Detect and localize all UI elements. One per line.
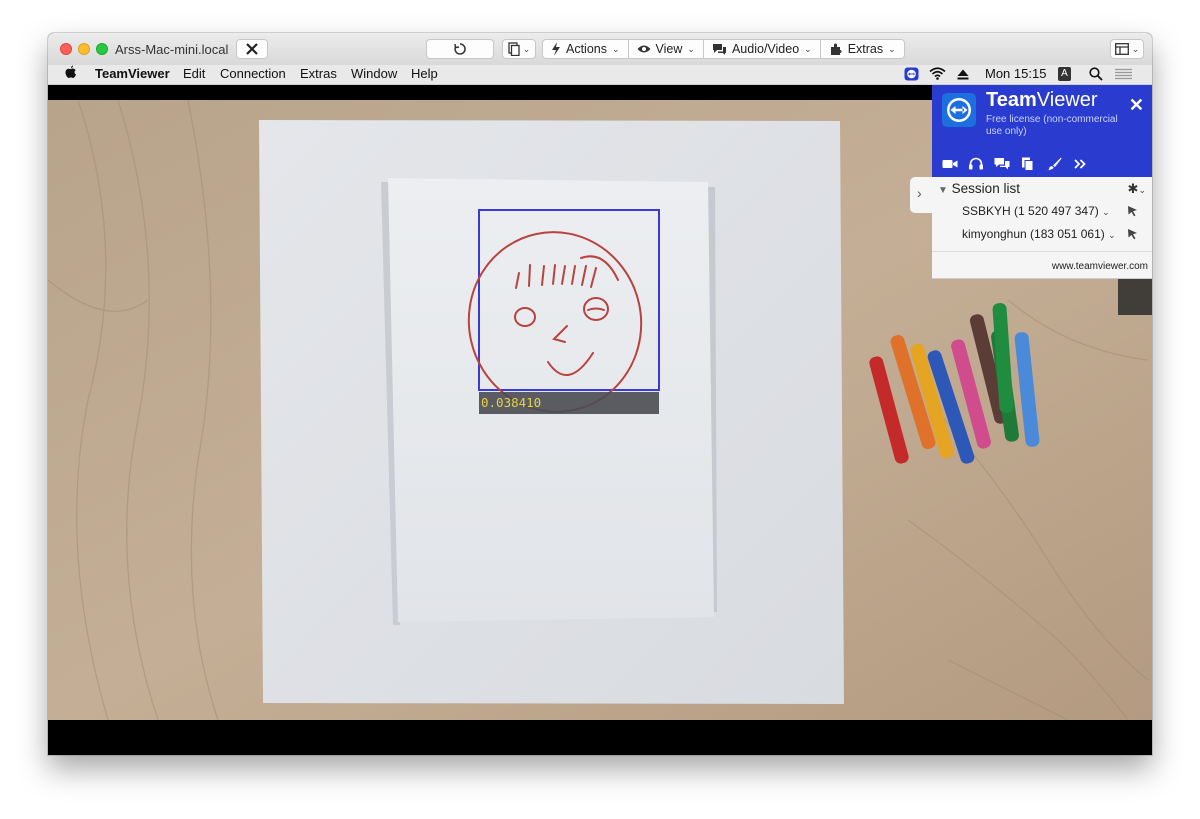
refresh-button[interactable] bbox=[426, 39, 494, 59]
divider bbox=[932, 251, 1152, 252]
panel-close-button[interactable]: ✕ bbox=[1129, 95, 1144, 116]
chevron-down-icon: ⌄ bbox=[687, 43, 695, 54]
headset-icon[interactable] bbox=[968, 157, 984, 171]
teamviewer-url-link[interactable]: www.teamviewer.com bbox=[1052, 261, 1148, 272]
window-title: Arss-Mac-mini.local bbox=[115, 42, 229, 57]
toolbar-menu-group: Actions ⌄ View ⌄ Audio/Video ⌄ Extras ⌄ bbox=[542, 39, 905, 59]
disclosure-triangle-icon: ▼ bbox=[938, 185, 948, 196]
session-label: SSBKYH (1 520 497 347) bbox=[962, 204, 1099, 218]
panel-collapse-tab[interactable]: › bbox=[910, 177, 932, 213]
menu-clock[interactable]: Mon 15:15 bbox=[985, 66, 1046, 81]
chevron-down-icon: ⌄ bbox=[804, 43, 812, 54]
eye-icon bbox=[637, 45, 651, 53]
cursor-icon[interactable] bbox=[1127, 228, 1138, 243]
end-session-button[interactable] bbox=[236, 39, 268, 59]
brand-bold: Team bbox=[986, 89, 1037, 111]
more-icon[interactable] bbox=[1072, 157, 1088, 171]
audio-video-label: Audio/Video bbox=[731, 42, 800, 56]
chevron-down-icon: ⌄ bbox=[612, 43, 620, 54]
audio-video-menu[interactable]: Audio/Video ⌄ bbox=[703, 39, 821, 59]
actions-label: Actions bbox=[566, 42, 607, 56]
chevron-right-icon: › bbox=[917, 185, 922, 201]
gear-icon[interactable]: ✱⌄ bbox=[1128, 181, 1146, 197]
minimize-window-button[interactable] bbox=[78, 43, 90, 55]
session-item[interactable]: SSBKYH (1 520 497 347) ⌄ bbox=[962, 204, 1110, 218]
license-text: Free license (non-commercial use only) bbox=[986, 114, 1118, 137]
wifi-icon[interactable] bbox=[929, 67, 946, 83]
notification-center-icon[interactable] bbox=[1115, 68, 1132, 83]
brand-light: Viewer bbox=[1036, 89, 1098, 111]
menu-extras[interactable]: Extras bbox=[300, 66, 337, 81]
app-menu[interactable]: TeamViewer bbox=[95, 66, 170, 81]
refresh-icon bbox=[454, 43, 466, 55]
menu-help[interactable]: Help bbox=[411, 66, 438, 81]
panel-header: TeamViewer Free license (non-commercial … bbox=[932, 85, 1152, 177]
apple-icon[interactable] bbox=[65, 65, 77, 82]
session-item[interactable]: kimyonghun (183 051 061) ⌄ bbox=[962, 227, 1116, 241]
actions-menu[interactable]: Actions ⌄ bbox=[542, 39, 629, 59]
search-icon[interactable] bbox=[1089, 67, 1103, 84]
input-source-indicator[interactable]: A bbox=[1058, 67, 1071, 81]
sidebar-toggle-button[interactable]: ⌄ bbox=[1110, 39, 1144, 59]
detection-score: 0.038410 bbox=[481, 395, 542, 410]
video-icon[interactable] bbox=[942, 157, 958, 171]
session-list-header[interactable]: ▼ Session list bbox=[938, 181, 1020, 196]
remote-menu-bar: TeamViewer Edit Connection Extras Window… bbox=[48, 65, 1152, 85]
menu-edit[interactable]: Edit bbox=[183, 66, 205, 81]
view-label: View bbox=[655, 42, 683, 56]
menu-window[interactable]: Window bbox=[351, 66, 397, 81]
menu-connection[interactable]: Connection bbox=[220, 66, 286, 81]
sidebar-icon bbox=[1114, 43, 1129, 55]
session-panel: ▼ Session list ✱⌄ SSBKYH (1 520 497 347)… bbox=[932, 177, 1152, 279]
chevron-down-icon: ⌄ bbox=[1131, 43, 1140, 54]
clipboard-menu-button[interactable]: ⌄ bbox=[502, 39, 536, 59]
remote-window: Arss-Mac-mini.local ⌄ Actions ⌄ View ⌄ A… bbox=[48, 33, 1152, 755]
chevron-down-icon: ⌄ bbox=[522, 43, 531, 54]
view-menu[interactable]: View ⌄ bbox=[628, 39, 704, 59]
teamviewer-logo bbox=[942, 93, 976, 127]
puzzle-icon bbox=[830, 43, 842, 55]
brush-icon[interactable] bbox=[1046, 157, 1062, 171]
zoom-window-button[interactable] bbox=[96, 43, 108, 55]
title-bar: Arss-Mac-mini.local ⌄ Actions ⌄ View ⌄ A… bbox=[48, 33, 1152, 66]
clipboard-icon bbox=[508, 42, 520, 56]
panel-brand: TeamViewer bbox=[986, 89, 1098, 112]
close-icon bbox=[246, 43, 258, 55]
session-label: kimyonghun (183 051 061) bbox=[962, 227, 1105, 241]
chat-icon bbox=[712, 43, 726, 55]
eject-icon[interactable] bbox=[957, 68, 969, 83]
chevron-down-icon: ⌄ bbox=[1138, 185, 1146, 195]
files-icon[interactable] bbox=[1020, 157, 1036, 171]
lightning-icon bbox=[552, 42, 560, 56]
chevron-down-icon: ⌄ bbox=[1108, 230, 1116, 240]
panel-toolbar bbox=[942, 157, 1088, 171]
chevron-down-icon: ⌄ bbox=[1102, 207, 1110, 217]
teamviewer-status-icon[interactable] bbox=[904, 67, 919, 84]
session-list-label: Session list bbox=[951, 181, 1020, 196]
extras-label: Extras bbox=[847, 42, 884, 56]
chevron-down-icon: ⌄ bbox=[888, 43, 896, 54]
chat-icon[interactable] bbox=[994, 157, 1010, 171]
teamviewer-panel: TeamViewer Free license (non-commercial … bbox=[910, 85, 1152, 279]
cursor-icon[interactable] bbox=[1127, 205, 1138, 220]
close-window-button[interactable] bbox=[60, 43, 72, 55]
extras-menu[interactable]: Extras ⌄ bbox=[820, 39, 905, 59]
